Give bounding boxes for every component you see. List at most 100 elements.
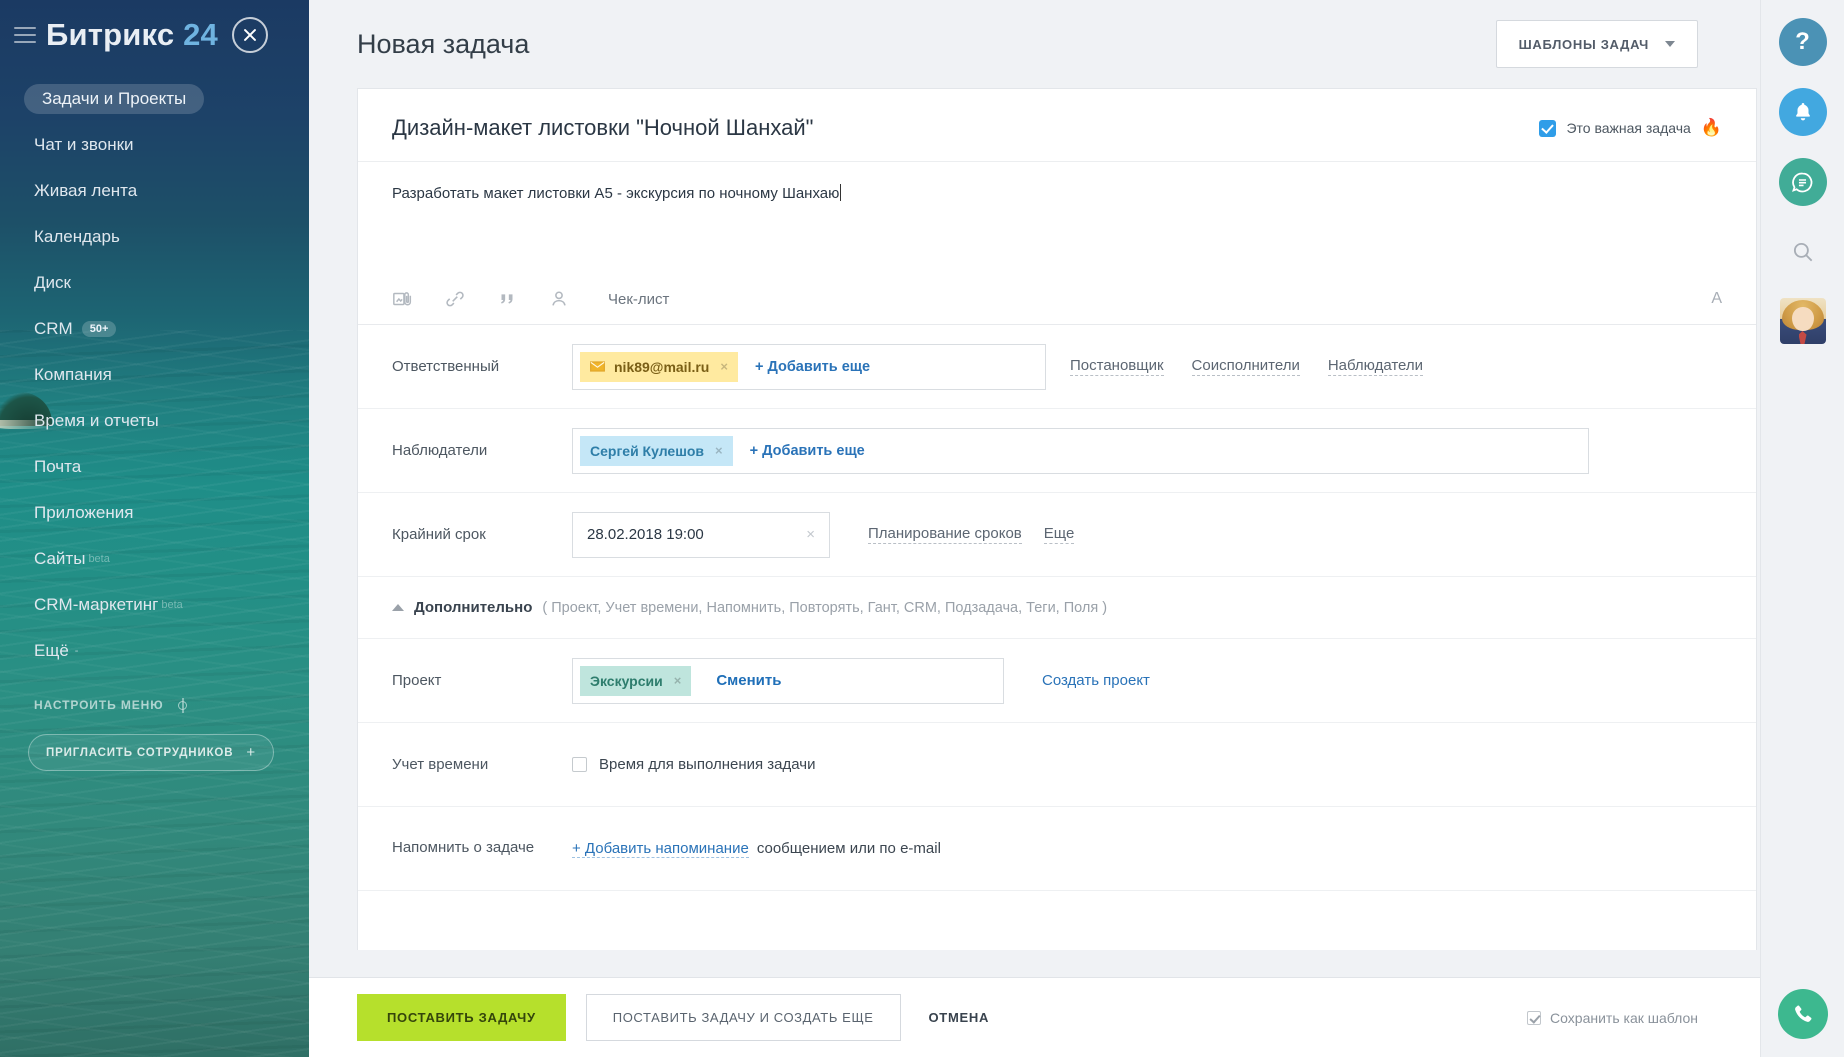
reminder-tail-text: сообщением или по e-mail <box>757 840 941 857</box>
quote-icon[interactable] <box>496 288 518 310</box>
observers-add-more[interactable]: + Добавить еще <box>740 443 875 459</box>
remove-token-icon[interactable]: × <box>720 359 728 374</box>
task-templates-button[interactable]: ШАБЛОНЫ ЗАДАЧ <box>1496 20 1698 68</box>
time-tracking-row: Учет времени Время для выполнения задачи <box>358 723 1756 807</box>
attachment-icon[interactable] <box>392 288 414 310</box>
clear-date-icon[interactable]: × <box>806 526 815 543</box>
sidebar-item-calendar[interactable]: Календарь <box>0 214 309 260</box>
chevron-down-icon: - <box>75 645 79 657</box>
sidebar-item-label: Диск <box>34 273 71 293</box>
additional-section-header[interactable]: Дополнительно ( Проект, Учет времени, На… <box>358 577 1756 639</box>
reminder-label: Напомнить о задаче <box>392 838 572 858</box>
observer-token-label: Сергей Кулешов <box>590 443 704 459</box>
topbar: Новая задача ШАБЛОНЫ ЗАДАЧ <box>309 0 1760 88</box>
create-task-and-more-button[interactable]: ПОСТАВИТЬ ЗАДАЧУ И СОЗДАТЬ ЕЩЕ <box>586 994 901 1041</box>
sidebar-item-apps[interactable]: Приложения <box>0 490 309 536</box>
link-icon[interactable] <box>444 288 466 310</box>
additional-title[interactable]: Дополнительно <box>414 599 532 616</box>
task-form-wrapper: Дизайн-макет листовки "Ночной Шанхай" Эт… <box>309 88 1760 950</box>
project-change-link[interactable]: Сменить <box>698 672 781 689</box>
checklist-button[interactable]: Чек-лист <box>608 291 669 308</box>
right-rail: ? <box>1760 0 1844 1057</box>
setup-menu-button[interactable]: НАСТРОИТЬ МЕНЮ <box>0 698 309 712</box>
observer-token[interactable]: Сергей Кулешов × <box>580 436 733 466</box>
crm-badge: 50+ <box>82 321 117 337</box>
sidebar-item-crm[interactable]: CRM 50+ <box>0 306 309 352</box>
sidebar-item-disk[interactable]: Диск <box>0 260 309 306</box>
brand-name: Битрикс <box>46 17 174 52</box>
search-icon[interactable] <box>1779 228 1827 276</box>
deadline-more-link[interactable]: Еще <box>1044 525 1075 544</box>
time-tracking-checkbox[interactable] <box>572 757 587 772</box>
flame-icon: 🔥 <box>1701 118 1722 138</box>
observers-field[interactable]: Сергей Кулешов × + Добавить еще <box>572 428 1589 474</box>
important-checkbox[interactable] <box>1539 120 1556 137</box>
font-settings-icon[interactable]: A <box>1711 290 1722 308</box>
sidebar-item-sites[interactable]: Сайты beta <box>0 536 309 582</box>
sidebar-item-label: Календарь <box>34 227 120 247</box>
left-sidebar: Битрикс 24 Задачи и Проекты Чат и звонки… <box>0 0 309 1057</box>
important-task-toggle[interactable]: Это важная задача 🔥 <box>1539 118 1722 138</box>
task-title-row: Дизайн-макет листовки "Ночной Шанхай" Эт… <box>358 89 1756 162</box>
invite-employees-button[interactable]: ПРИГЛАСИТЬ СОТРУДНИКОВ + <box>28 734 274 771</box>
invite-label: ПРИГЛАСИТЬ СОТРУДНИКОВ <box>46 747 233 759</box>
brand-logo[interactable]: Битрикс 24 <box>46 17 218 53</box>
deadline-row: Крайний срок 28.02.2018 19:00 × Планиров… <box>358 493 1756 577</box>
sidebar-item-label: Время и отчеты <box>34 411 159 431</box>
close-icon[interactable] <box>232 17 268 53</box>
project-token-label: Экскурсии <box>590 673 663 689</box>
brand-row: Битрикс 24 <box>0 0 309 70</box>
remove-token-icon[interactable]: × <box>674 673 682 688</box>
project-token[interactable]: Экскурсии × <box>580 666 691 696</box>
responsible-field[interactable]: nik89@mail.ru × + Добавить еще <box>572 344 1046 390</box>
responsible-add-more[interactable]: + Добавить еще <box>745 359 880 375</box>
save-as-template-checkbox[interactable] <box>1527 1011 1541 1025</box>
responsible-row: Ответственный nik89@mail.ru × + Добавить… <box>358 325 1756 409</box>
responsible-token[interactable]: nik89@mail.ru × <box>580 352 738 382</box>
sidebar-item-time-reports[interactable]: Время и отчеты <box>0 398 309 444</box>
task-description-area[interactable]: Разработать макет листовки А5 - экскурси… <box>358 162 1756 280</box>
important-task-label: Это важная задача <box>1566 120 1690 136</box>
avatar-face <box>1792 307 1814 331</box>
link-creator[interactable]: Постановщик <box>1070 357 1164 376</box>
cancel-button[interactable]: ОТМЕНА <box>929 1010 990 1025</box>
link-observers[interactable]: Наблюдатели <box>1328 357 1423 376</box>
project-field[interactable]: Экскурсии × Сменить <box>572 658 1004 704</box>
sidebar-item-mail[interactable]: Почта <box>0 444 309 490</box>
chevron-up-icon[interactable] <box>392 604 404 611</box>
sidebar-item-tasks[interactable]: Задачи и Проекты <box>0 76 309 122</box>
sidebar-item-more[interactable]: Ещё - <box>0 628 309 674</box>
sidebar-item-chat[interactable]: Чат и звонки <box>0 122 309 168</box>
sidebar-item-feed[interactable]: Живая лента <box>0 168 309 214</box>
person-icon[interactable] <box>548 288 570 310</box>
setup-menu-label: НАСТРОИТЬ МЕНЮ <box>34 698 163 712</box>
sidebar-item-crm-marketing[interactable]: CRM-маркетинг beta <box>0 582 309 628</box>
sidebar-item-company[interactable]: Компания <box>0 352 309 398</box>
create-task-button[interactable]: ПОСТАВИТЬ ЗАДАЧУ <box>357 994 566 1041</box>
chat-icon[interactable] <box>1779 158 1827 206</box>
create-project-link[interactable]: Создать проект <box>1042 672 1150 689</box>
time-tracking-checkbox-label: Время для выполнения задачи <box>599 756 815 773</box>
link-co-executors[interactable]: Соисполнители <box>1192 357 1300 376</box>
responsible-token-label: nik89@mail.ru <box>614 359 709 375</box>
sidebar-item-label: Компания <box>34 365 112 385</box>
remove-token-icon[interactable]: × <box>715 443 723 458</box>
chevron-down-icon <box>1665 41 1675 47</box>
project-row: Проект Экскурсии × Сменить Создать проек… <box>358 639 1756 723</box>
task-title-input[interactable]: Дизайн-макет листовки "Ночной Шанхай" <box>392 115 813 141</box>
deadline-input[interactable]: 28.02.2018 19:00 × <box>572 512 830 558</box>
envelope-icon <box>590 361 605 372</box>
sidebar-item-label: Задачи и Проекты <box>24 84 204 114</box>
save-as-template-toggle[interactable]: Сохранить как шаблон <box>1527 1010 1698 1026</box>
menu-toggle-icon[interactable] <box>14 27 36 43</box>
deadline-planning-link[interactable]: Планирование сроков <box>868 525 1022 544</box>
beta-badge: beta <box>161 599 182 611</box>
beta-badge: beta <box>88 553 109 565</box>
add-reminder-link[interactable]: + Добавить напоминание <box>572 840 749 858</box>
task-description-text: Разработать макет листовки А5 - экскурси… <box>392 185 839 202</box>
phone-icon[interactable] <box>1778 989 1828 1039</box>
help-icon[interactable]: ? <box>1779 18 1827 66</box>
bell-icon[interactable] <box>1779 88 1827 136</box>
avatar[interactable] <box>1780 298 1826 344</box>
text-cursor <box>840 184 841 201</box>
